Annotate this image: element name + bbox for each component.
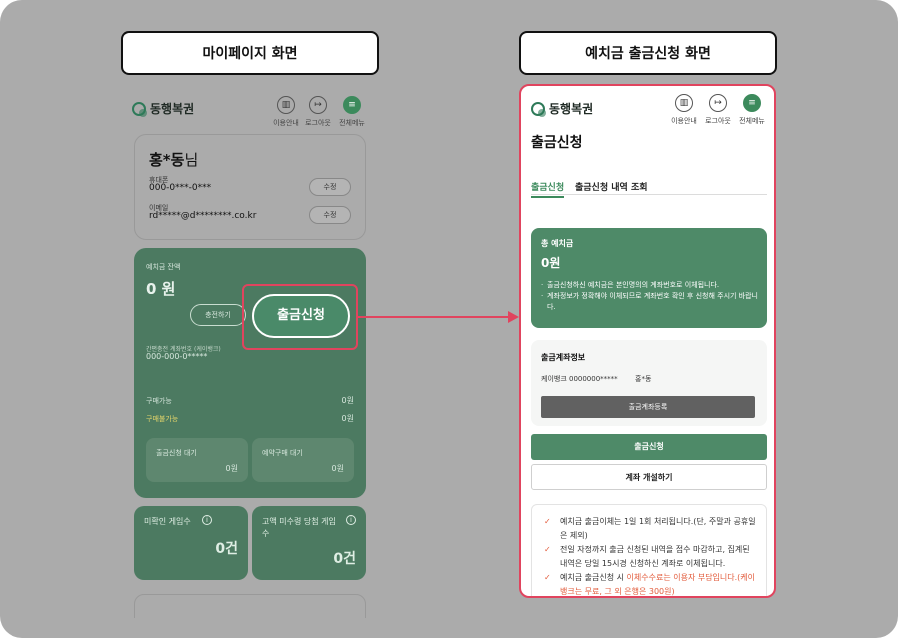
brand-name: 동행복권 xyxy=(150,102,195,116)
logout-icon: ↦ xyxy=(709,94,727,112)
guide-button[interactable]: ▥ 이용안내 xyxy=(671,94,697,125)
unbuyable-label: 구매불가능 xyxy=(146,415,179,423)
pending-withdraw-card: 출금신청 대기 0원 xyxy=(146,438,248,482)
tab-withdraw[interactable]: 출금신청 xyxy=(531,180,565,198)
info-icon[interactable]: i xyxy=(346,515,356,525)
total-deposit-label: 총 예치금 xyxy=(541,239,574,248)
profile-card: 홍*동님 휴대폰 000-0***-0*** 수정 이메일 rd*****@d*… xyxy=(134,134,366,240)
reserve-value: 0원 xyxy=(331,464,344,473)
right-screen-title: 예치금 출금신청 화면 xyxy=(519,31,777,75)
phone-value: 000-0***-0*** xyxy=(149,183,212,193)
unclaimed-prize-title: 고액 미수령 당첨 게임수 xyxy=(262,517,336,538)
open-account-button[interactable]: 계좌 개설하기 xyxy=(531,464,767,490)
menu-icon: ≡ xyxy=(343,96,361,114)
book-icon: ▥ xyxy=(277,96,295,114)
clover-logo-icon xyxy=(531,101,546,117)
unchecked-games-card[interactable]: 미확인 게임수 i 0건 xyxy=(134,506,248,580)
deposit-notes: · 출금신청하신 예치금은 본인명의의 계좌번호로 이체됩니다. · 계좌정보가 정… xyxy=(541,280,759,313)
menu-label: 전체메뉴 xyxy=(739,117,765,125)
unclaimed-prize-value: 0건 xyxy=(333,551,356,567)
unclaimed-prize-card[interactable]: 고액 미수령 당첨 게임수 i 0건 xyxy=(252,506,366,580)
submit-withdraw-button[interactable]: 출금신청 xyxy=(531,434,767,460)
notice-item: ✓ 예치금 출금이체는 1일 1회 처리됩니다.(단, 주말과 공휴일은 제외) xyxy=(544,517,756,540)
email-value: rd*****@d********.co.kr xyxy=(149,211,257,221)
brand-logo[interactable]: 동행복권 xyxy=(531,100,593,117)
logout-icon: ↦ xyxy=(309,96,327,114)
pending-label: 출금신청 대기 xyxy=(156,449,197,457)
deposit-note: · 출금신청하신 예치금은 본인명의의 계좌번호로 이체됩니다. xyxy=(541,281,720,289)
balance-label: 예치금 잔액 xyxy=(146,263,181,271)
next-card-edge xyxy=(134,594,366,618)
brand-name: 동행복권 xyxy=(549,102,594,116)
app-header: 동행복권 ▥ 이용안내 ↦ 로그아웃 ≡ 전체메뉴 xyxy=(122,88,378,132)
user-name: 홍*동님 xyxy=(149,151,199,169)
connector-arrow-head-icon xyxy=(508,311,519,323)
reserve-purchase-card: 예약구매 대기 0원 xyxy=(252,438,354,482)
account-holder: 홍*동 xyxy=(635,375,652,383)
logout-button[interactable]: ↦ 로그아웃 xyxy=(305,96,331,127)
withdraw-button-highlight xyxy=(242,284,358,350)
menu-icon: ≡ xyxy=(743,94,761,112)
withdraw-account-card: 출금계좌정보 케이뱅크 0000000***** 홍*동 출금계좌등록 xyxy=(531,340,767,426)
notice-item: ✓ 예치금 출금신청 시 이체수수료는 이용자 부담입니다.(케이뱅크는 무료, … xyxy=(544,573,756,596)
guide-button[interactable]: ▥ 이용안내 xyxy=(273,96,299,127)
menu-label: 전체메뉴 xyxy=(339,119,365,127)
menu-button[interactable]: ≡ 전체메뉴 xyxy=(339,96,365,127)
tab-divider xyxy=(531,194,767,195)
info-icon[interactable]: i xyxy=(202,515,212,525)
buyable-value: 0원 xyxy=(341,396,354,405)
notice-box: ✓ 예치금 출금이체는 1일 1회 처리됩니다.(단, 주말과 공휴일은 제외) … xyxy=(531,504,767,596)
left-screen-title: 마이페이지 화면 xyxy=(121,31,379,75)
check-icon: ✓ xyxy=(544,517,551,526)
reserve-label: 예약구매 대기 xyxy=(262,449,303,457)
page-title: 출금신청 xyxy=(531,135,583,151)
unbuyable-value: 0원 xyxy=(341,414,354,423)
check-icon: ✓ xyxy=(544,573,551,582)
mypage-screen: 동행복권 ▥ 이용안내 ↦ 로그아웃 ≡ 전체메뉴 홍*동님 휴대폰 000-0… xyxy=(122,88,378,618)
account-number: 000-000-0***** xyxy=(146,352,208,361)
menu-button[interactable]: ≡ 전체메뉴 xyxy=(739,94,765,125)
clover-logo-icon xyxy=(132,101,147,117)
unchecked-games-value: 0건 xyxy=(215,541,238,557)
balance-amount: 0 원 xyxy=(146,280,176,298)
brand-logo[interactable]: 동행복권 xyxy=(132,100,194,117)
total-deposit-card: 총 예치금 0원 · 출금신청하신 예치금은 본인명의의 계좌번호로 이체됩니다.… xyxy=(531,228,767,328)
deposit-note: · 계좌정보가 정확해야 이체되므로 계좌번호 확인 후 신청해 주시기 바랍니다… xyxy=(541,292,758,311)
edit-phone-button[interactable]: 수정 xyxy=(309,178,351,196)
register-account-button[interactable]: 출금계좌등록 xyxy=(541,396,755,418)
tab-withdraw-history[interactable]: 출금신청 내역 조회 xyxy=(575,180,648,193)
buyable-label: 구매가능 xyxy=(146,397,172,405)
edit-email-button[interactable]: 수정 xyxy=(309,206,351,224)
canvas-background: 마이페이지 화면 예치금 출금신청 화면 동행복권 ▥ 이용안내 ↦ 로그아웃 … xyxy=(0,0,898,638)
charge-button[interactable]: 충전하기 xyxy=(190,304,246,326)
connector-arrow-line xyxy=(358,316,508,318)
account-section-title: 출금계좌정보 xyxy=(541,353,586,362)
logout-button[interactable]: ↦ 로그아웃 xyxy=(705,94,731,125)
total-deposit-amount: 0원 xyxy=(541,256,561,270)
pending-value: 0원 xyxy=(225,464,238,473)
notice-item: ✓ 전일 자정까지 출금 신청된 내역을 접수 마감하고, 집계된 내역은 당일 … xyxy=(544,545,750,568)
check-icon: ✓ xyxy=(544,545,551,554)
book-icon: ▥ xyxy=(675,94,693,112)
withdraw-screen: 동행복권 ▥ 이용안내 ↦ 로그아웃 ≡ 전체메뉴 출금신청 출금신청 출금신청… xyxy=(519,84,776,598)
account-info: 케이뱅크 0000000***** xyxy=(541,375,618,383)
